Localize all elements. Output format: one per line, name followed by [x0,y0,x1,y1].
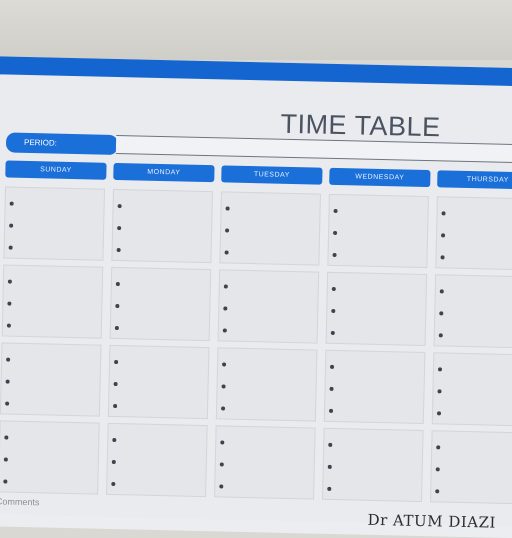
day-header-monday: MONDAY [113,162,215,183]
bullet-point-icon [331,286,336,291]
period-input-line [115,134,512,164]
bullet-point-icon [7,279,12,284]
bullet-point-icon [115,303,120,309]
bullet-point-icon [327,464,332,469]
bullet-point-icon [114,359,119,365]
timetable-cell [429,430,512,505]
bullet-point-icon [221,406,226,411]
timetable-sheet: TIME TABLE PERIOD: SUNDAY MONDAY TUESDAY… [0,56,512,538]
bullet-point-icon [225,206,230,211]
timetable-cell [1,264,104,339]
bullet-point-icon [222,362,227,367]
bullet-point-icon [219,484,224,489]
bullet-point-icon [333,208,338,214]
bullet-point-icon [3,479,8,484]
bullet-point-icon [3,457,8,462]
bullet-point-icon [114,325,119,331]
timetable-cell [214,425,316,500]
bullet-point-icon [221,384,226,389]
bullet-point-icon [333,230,338,236]
bullet-point-icon [327,486,332,491]
bullet-point-icon [439,289,444,294]
bullet-point-icon [223,306,228,311]
bullet-point-icon [9,201,14,206]
bullet-point-icon [224,250,229,255]
bullet-point-icon [4,435,9,440]
timetable-cell [433,274,512,349]
day-header-sunday: SUNDAY [5,160,107,180]
bullet-point-icon [328,442,333,447]
bullet-point-icon [441,233,446,238]
timetable-cell [106,422,208,498]
footer-handwritten-text: Dr ATUM DIAZI [367,510,497,532]
timetable-cell [3,186,106,261]
bullet-point-icon [7,301,12,306]
bullet-point-icon [332,252,337,258]
timetable-cell [325,271,428,347]
bullet-point-icon [223,284,228,289]
timetable-cell [217,269,320,344]
bullet-point-icon [116,248,121,253]
bullet-point-icon [328,408,334,413]
timetable-cell [109,266,212,342]
bullet-point-icon [113,403,118,409]
bullet-point-icon [435,489,440,494]
bullet-point-icon [439,311,444,316]
sheet-body: TIME TABLE PERIOD: SUNDAY MONDAY TUESDAY… [0,74,512,532]
bullet-point-icon [111,481,116,487]
bullet-point-icon [437,367,443,372]
footer-comments-label: Comments [0,496,40,508]
bullet-point-icon [438,333,443,338]
timetable-cell [327,193,429,269]
bullet-point-icon [112,437,117,443]
bullet-point-icon [437,389,442,394]
timetable-cell [219,191,321,266]
bullet-point-icon [436,411,442,416]
bullet-point-icon [6,357,11,362]
bullet-point-icon [8,245,13,250]
bullet-point-icon [6,323,11,328]
bullet-point-icon [219,462,224,467]
bullet-point-icon [436,445,441,450]
bullet-point-icon [5,401,10,406]
period-label: PERIOD: [5,132,119,156]
bullet-point-icon [117,226,122,231]
bullet-point-icon [117,204,122,209]
bullet-point-icon [329,386,334,391]
bullet-point-icon [329,364,335,369]
timetable-cell [435,196,512,271]
day-header-thursday: THURSDAY [437,170,512,190]
bullet-point-icon [220,440,225,445]
timetable-cell [111,188,213,264]
bullet-point-icon [225,228,230,233]
timetable-cell [0,342,102,417]
day-header-tuesday: TUESDAY [221,165,323,185]
bullet-point-icon [111,459,116,465]
bullet-point-icon [222,328,227,333]
page-title: TIME TABLE [280,108,441,143]
bullet-point-icon [441,211,446,216]
bullet-point-icon [331,308,336,313]
timetable-cell [431,352,512,427]
timetable-cell [322,427,424,503]
timetable-cell [323,349,426,425]
bullet-point-icon [330,330,335,335]
bullet-point-icon [435,467,440,472]
timetable-cell [107,344,210,420]
bullet-point-icon [9,223,14,228]
bullet-point-icon [113,381,118,387]
day-header-wednesday: WEDNESDAY [329,167,431,188]
bullet-point-icon [115,282,120,287]
wall-background [0,0,512,60]
timetable-cell [0,420,100,495]
bullet-point-icon [440,255,445,260]
bullet-point-icon [5,379,10,384]
timetable-cell [215,347,318,422]
